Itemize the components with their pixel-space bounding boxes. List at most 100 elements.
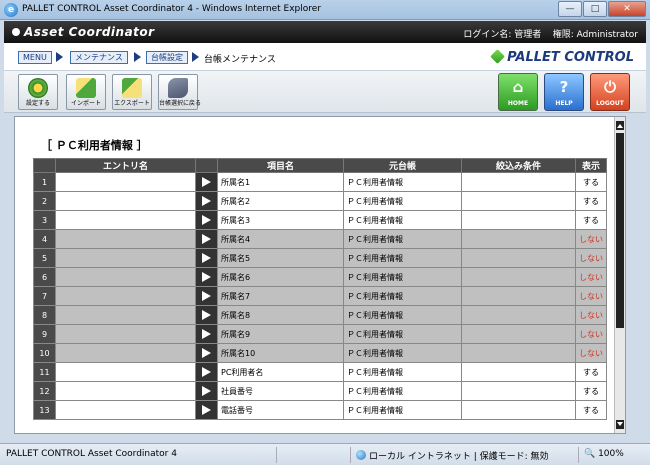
source-ledger-cell: ＰＣ利用者情報 bbox=[343, 172, 462, 192]
section-title: ［ ＰＣ利用者情報 ］ bbox=[41, 139, 148, 152]
maximize-button[interactable]: □ bbox=[583, 1, 607, 17]
item-name-cell: 所属名4 bbox=[217, 229, 344, 249]
entry-name-input[interactable] bbox=[55, 286, 196, 306]
display-toggle[interactable]: する bbox=[575, 381, 607, 401]
entry-name-input[interactable] bbox=[55, 172, 196, 192]
entry-name-input[interactable] bbox=[55, 324, 196, 344]
play-arrow-icon bbox=[202, 348, 211, 358]
breadcrumb: MENU メンテナンス 台帳設定 台帳メンテナンス PALLET CONTROL bbox=[4, 43, 646, 71]
zoom-level[interactable]: 🔍 100% bbox=[584, 449, 624, 459]
settings-button[interactable]: 設定する bbox=[18, 74, 58, 110]
table-row: 9 所属名9 ＰＣ利用者情報 しない bbox=[33, 324, 607, 344]
display-toggle[interactable]: する bbox=[575, 191, 607, 211]
filter-input[interactable] bbox=[461, 362, 576, 382]
filter-input[interactable] bbox=[461, 229, 576, 249]
user-info: ログイン名: 管理者 権限: Administrator bbox=[463, 27, 638, 40]
row-arrow-button[interactable] bbox=[195, 248, 218, 268]
entry-name-input[interactable] bbox=[55, 248, 196, 268]
row-arrow-button[interactable] bbox=[195, 172, 218, 192]
breadcrumb-menu[interactable]: MENU bbox=[18, 51, 52, 64]
entry-name-input[interactable] bbox=[55, 267, 196, 287]
display-toggle[interactable]: する bbox=[575, 362, 607, 382]
item-name-cell: 所属名9 bbox=[217, 324, 344, 344]
col-item-name: 項目名 bbox=[217, 158, 344, 173]
display-toggle[interactable]: しない bbox=[575, 343, 607, 363]
breadcrumb-maintenance[interactable]: メンテナンス bbox=[70, 51, 128, 64]
ie-icon: e bbox=[4, 3, 18, 17]
home-label: HOME bbox=[507, 100, 529, 107]
table-row: 3 所属名3 ＰＣ利用者情報 する bbox=[33, 210, 607, 230]
display-toggle[interactable]: する bbox=[575, 210, 607, 230]
row-arrow-button[interactable] bbox=[195, 343, 218, 363]
filter-input[interactable] bbox=[461, 267, 576, 287]
source-ledger-cell: ＰＣ利用者情報 bbox=[343, 248, 462, 268]
scroll-up-icon[interactable] bbox=[616, 121, 624, 130]
role-label: 権限: Administrator bbox=[552, 30, 638, 40]
filter-input[interactable] bbox=[461, 343, 576, 363]
minimize-button[interactable]: — bbox=[558, 1, 582, 17]
security-zone[interactable]: ローカル イントラネット | 保護モード: 無効 bbox=[356, 449, 549, 462]
display-toggle[interactable]: しない bbox=[575, 286, 607, 306]
row-arrow-button[interactable] bbox=[195, 305, 218, 325]
entry-name-input[interactable] bbox=[55, 362, 196, 382]
home-button[interactable]: ⌂ HOME bbox=[498, 73, 538, 111]
table-row: 4 所属名4 ＰＣ利用者情報 しない bbox=[33, 229, 607, 249]
item-name-cell: 所属名8 bbox=[217, 305, 344, 325]
table-row: 8 所属名8 ＰＣ利用者情報 しない bbox=[33, 305, 607, 325]
import-button[interactable]: インポート bbox=[66, 74, 106, 110]
zoom-icon: 🔍 bbox=[584, 449, 599, 459]
scroll-thumb[interactable] bbox=[616, 133, 624, 328]
entry-name-input[interactable] bbox=[55, 305, 196, 325]
filter-input[interactable] bbox=[461, 191, 576, 211]
row-arrow-button[interactable] bbox=[195, 210, 218, 230]
play-arrow-icon bbox=[202, 272, 211, 282]
row-number: 12 bbox=[33, 381, 56, 401]
filter-input[interactable] bbox=[461, 248, 576, 268]
vertical-scrollbar[interactable] bbox=[614, 117, 625, 433]
display-toggle[interactable]: しない bbox=[575, 248, 607, 268]
entry-name-input[interactable] bbox=[55, 400, 196, 420]
source-ledger-cell: ＰＣ利用者情報 bbox=[343, 324, 462, 344]
entry-name-input[interactable] bbox=[55, 381, 196, 401]
close-button[interactable]: ✕ bbox=[608, 1, 646, 17]
back-to-ledger-button[interactable]: 台帳選択に戻る bbox=[158, 74, 201, 110]
display-toggle[interactable]: しない bbox=[575, 229, 607, 249]
play-arrow-icon bbox=[202, 215, 211, 225]
row-arrow-button[interactable] bbox=[195, 324, 218, 344]
entry-name-input[interactable] bbox=[55, 229, 196, 249]
table-row: 11 PC利用者名 ＰＣ利用者情報 する bbox=[33, 362, 607, 382]
export-button[interactable]: エクスポート bbox=[112, 74, 152, 110]
row-arrow-button[interactable] bbox=[195, 362, 218, 382]
filter-input[interactable] bbox=[461, 400, 576, 420]
filter-input[interactable] bbox=[461, 210, 576, 230]
display-toggle[interactable]: しない bbox=[575, 324, 607, 344]
filter-input[interactable] bbox=[461, 381, 576, 401]
entry-name-input[interactable] bbox=[55, 191, 196, 211]
entry-name-input[interactable] bbox=[55, 210, 196, 230]
display-toggle[interactable]: する bbox=[575, 400, 607, 420]
row-arrow-button[interactable] bbox=[195, 267, 218, 287]
filter-input[interactable] bbox=[461, 324, 576, 344]
entry-name-input[interactable] bbox=[55, 343, 196, 363]
display-toggle[interactable]: しない bbox=[575, 305, 607, 325]
row-number: 6 bbox=[33, 267, 56, 287]
scroll-down-icon[interactable] bbox=[616, 420, 624, 429]
row-number: 4 bbox=[33, 229, 56, 249]
source-ledger-cell: ＰＣ利用者情報 bbox=[343, 191, 462, 211]
display-toggle[interactable]: する bbox=[575, 172, 607, 192]
toolbar: 設定する インポート エクスポート 台帳選択に戻る ⌂ HOME ? HELP … bbox=[4, 71, 646, 113]
help-button[interactable]: ? HELP bbox=[544, 73, 584, 111]
filter-input[interactable] bbox=[461, 172, 576, 192]
play-arrow-icon bbox=[202, 253, 211, 263]
row-arrow-button[interactable] bbox=[195, 400, 218, 420]
row-arrow-button[interactable] bbox=[195, 229, 218, 249]
display-toggle[interactable]: しない bbox=[575, 267, 607, 287]
row-arrow-button[interactable] bbox=[195, 381, 218, 401]
logout-button[interactable]: ⏻ LOGOUT bbox=[590, 73, 630, 111]
row-arrow-button[interactable] bbox=[195, 191, 218, 211]
row-arrow-button[interactable] bbox=[195, 286, 218, 306]
breadcrumb-ledger-settings[interactable]: 台帳設定 bbox=[146, 51, 188, 64]
filter-input[interactable] bbox=[461, 305, 576, 325]
filter-input[interactable] bbox=[461, 286, 576, 306]
item-name-cell: 所属名2 bbox=[217, 191, 344, 211]
